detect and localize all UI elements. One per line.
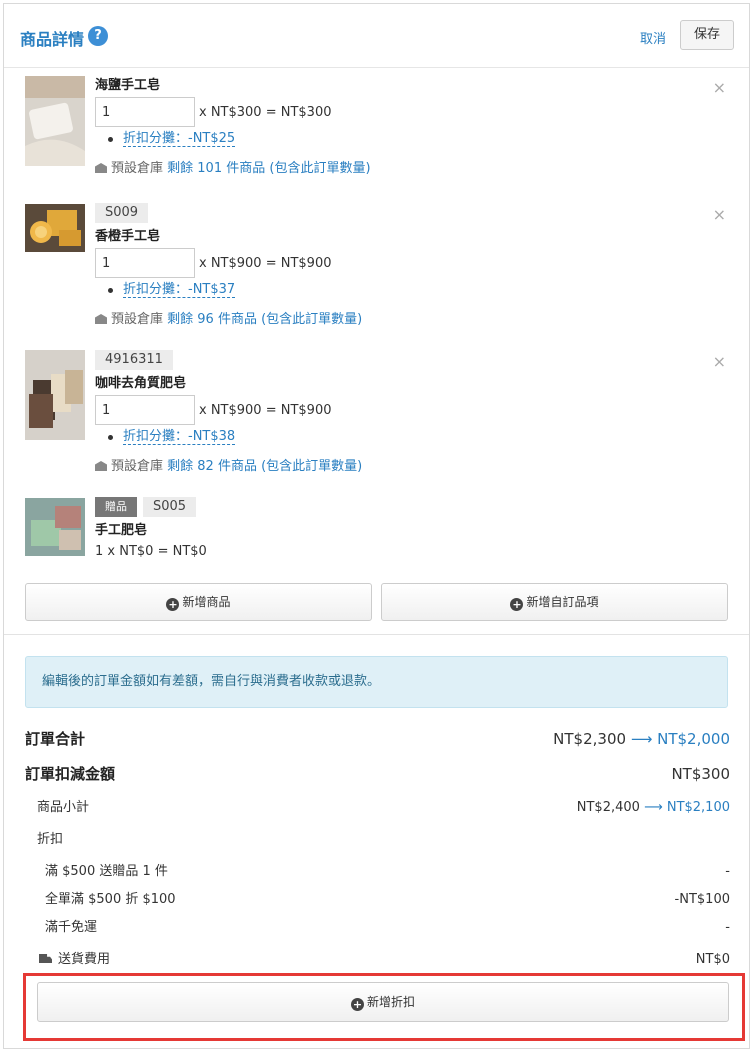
order-total-value: NT$2,300 ⟶ NT$2,000 <box>553 726 730 752</box>
line-total: x NT$300 = NT$300 <box>199 104 332 120</box>
discount-allocation-label: 折扣分攤： <box>123 282 189 297</box>
product-thumbnail-2 <box>25 204 85 252</box>
add-product-label: 新增商品 <box>182 595 231 609</box>
stock-info: 預設倉庫 剩餘 82 件商品 (包含此訂單數量) <box>95 456 695 478</box>
warehouse-label: 預設倉庫 <box>111 459 164 474</box>
stock-link[interactable]: 剩餘 96 件商品 (包含此訂單數量) <box>167 312 362 327</box>
info-alert: 編輯後的訂單金額如有差額，需自行與消費者收款或退款。 <box>25 656 728 708</box>
add-product-button[interactable]: + 新增商品 <box>25 583 372 621</box>
discount-allocation[interactable]: 折扣分攤：-NT$25 <box>95 128 695 150</box>
gift-thumbnail <box>25 498 85 556</box>
header: 商品詳情 ? 取消 保存 <box>4 4 749 68</box>
add-discount-label: 新增折扣 <box>366 995 415 1009</box>
subtotal-value: NT$2,400 ⟶ NT$2,100 <box>577 795 730 821</box>
shipping-row: 送貨費用 NT$0 <box>25 947 730 973</box>
stock-link[interactable]: 剩餘 82 件商品 (包含此訂單數量) <box>167 459 362 474</box>
promo-row-3: 滿千免運 - <box>25 915 730 941</box>
bullet-icon <box>108 137 113 142</box>
promo-label: 滿千免運 <box>45 920 98 935</box>
arrow-right-icon: ⟶ <box>630 730 653 748</box>
warehouse-icon <box>95 461 107 471</box>
arrow-right-icon: ⟶ <box>644 800 663 815</box>
discount-allocation-label: 折扣分攤： <box>123 131 189 146</box>
gift-name: 手工肥皂 <box>95 523 148 538</box>
sku-badge: S009 <box>95 203 149 223</box>
gift-info: 贈品 S005 手工肥皂 1 x NT$0 = NT$0 <box>95 497 695 563</box>
order-total-row: 訂單合計 NT$2,300 ⟶ NT$2,000 <box>25 726 730 752</box>
quantity-input[interactable] <box>95 97 195 127</box>
order-total-new: NT$2,000 <box>657 730 730 748</box>
discount-allocation-value: -NT$25 <box>188 131 236 146</box>
plus-circle-icon: + <box>166 598 180 611</box>
product-name: 香橙手工皂 <box>95 229 161 244</box>
order-detail-panel: 商品詳情 ? 取消 保存 海鹽手工皂 x NT$300 = NT$300 折扣分… <box>3 3 750 1049</box>
plus-circle-icon: + <box>350 998 364 1011</box>
subtotal-label: 商品小計 <box>37 800 90 815</box>
line-total: x NT$900 = NT$900 <box>199 402 332 418</box>
product-info-2: S009 香橙手工皂 x NT$900 = NT$900 折扣分攤：-NT$37… <box>95 203 695 331</box>
bullet-icon <box>108 435 113 440</box>
cancel-button[interactable]: 取消 <box>640 28 666 47</box>
warehouse-label: 預設倉庫 <box>111 312 164 327</box>
help-icon[interactable]: ? <box>88 26 108 46</box>
discount-allocation-label: 折扣分攤： <box>123 429 189 444</box>
stock-info: 預設倉庫 剩餘 96 件商品 (包含此訂單數量) <box>95 309 695 331</box>
divider <box>4 634 749 635</box>
gift-badge: 贈品 <box>95 497 137 517</box>
order-total-label: 訂單合計 <box>25 730 86 748</box>
product-info-3: 4916311 咖啡去角質肥皂 x NT$900 = NT$900 折扣分攤：-… <box>95 350 695 478</box>
promo-label: 滿 $500 送贈品 1 件 <box>45 864 168 879</box>
discount-row: 折扣 <box>25 827 730 853</box>
add-discount-button[interactable]: + 新增折扣 <box>37 982 729 1022</box>
shipping-label-text: 送貨費用 <box>58 952 111 967</box>
promo-value: - <box>725 920 730 935</box>
sku-badge: 4916311 <box>95 350 173 370</box>
plus-circle-icon: + <box>510 598 524 611</box>
deduct-row: 訂單扣減金額 NT$300 <box>25 761 730 787</box>
stock-link[interactable]: 剩餘 101 件商品 (包含此訂單數量) <box>167 161 370 176</box>
promo-label: 全單滿 $500 折 $100 <box>45 892 176 907</box>
product-info-1: 海鹽手工皂 x NT$300 = NT$300 折扣分攤：-NT$25 預設倉庫… <box>95 76 695 180</box>
quantity-input[interactable] <box>95 395 195 425</box>
shipping-label: 送貨費用 <box>39 947 110 973</box>
product-name: 海鹽手工皂 <box>95 78 161 93</box>
product-name: 咖啡去角質肥皂 <box>95 376 187 391</box>
discount-allocation-value: -NT$37 <box>188 282 236 297</box>
quantity-input[interactable] <box>95 248 195 278</box>
promo-value: -NT$100 <box>674 892 730 907</box>
page-title: 商品詳情 <box>20 30 85 49</box>
stock-info: 預設倉庫 剩餘 101 件商品 (包含此訂單數量) <box>95 158 695 180</box>
product-thumbnail-1 <box>25 76 85 166</box>
promo-row-2: 全單滿 $500 折 $100 -NT$100 <box>25 887 730 913</box>
subtotal-old: NT$2,400 <box>576 800 640 815</box>
subtotal-new: NT$2,100 <box>666 800 730 815</box>
discount-label: 折扣 <box>37 832 64 847</box>
sku-badge: S005 <box>143 497 197 517</box>
gift-line-total: 1 x NT$0 = NT$0 <box>95 544 207 559</box>
truck-icon <box>39 954 52 963</box>
promo-value: - <box>725 864 730 879</box>
add-custom-item-label: 新增自訂品項 <box>526 595 599 609</box>
add-custom-item-button[interactable]: + 新增自訂品項 <box>381 583 728 621</box>
deduct-value: NT$300 <box>671 765 730 783</box>
remove-icon[interactable]: × <box>713 78 726 97</box>
bullet-icon <box>108 288 113 293</box>
warehouse-label: 預設倉庫 <box>111 161 164 176</box>
remove-icon[interactable]: × <box>713 352 726 371</box>
discount-allocation-value: -NT$38 <box>188 429 236 444</box>
save-button[interactable]: 保存 <box>680 20 734 50</box>
deduct-label: 訂單扣減金額 <box>25 765 116 783</box>
discount-allocation[interactable]: 折扣分攤：-NT$37 <box>95 279 695 301</box>
warehouse-icon <box>95 163 107 173</box>
promo-row-1: 滿 $500 送贈品 1 件 - <box>25 859 730 885</box>
line-total: x NT$900 = NT$900 <box>199 255 332 271</box>
subtotal-row: 商品小計 NT$2,400 ⟶ NT$2,100 <box>25 795 730 821</box>
warehouse-icon <box>95 314 107 324</box>
discount-allocation[interactable]: 折扣分攤：-NT$38 <box>95 426 695 448</box>
remove-icon[interactable]: × <box>713 205 726 224</box>
shipping-value: NT$0 <box>695 952 730 967</box>
order-total-old: NT$2,300 <box>553 730 627 748</box>
product-thumbnail-3 <box>25 350 85 440</box>
